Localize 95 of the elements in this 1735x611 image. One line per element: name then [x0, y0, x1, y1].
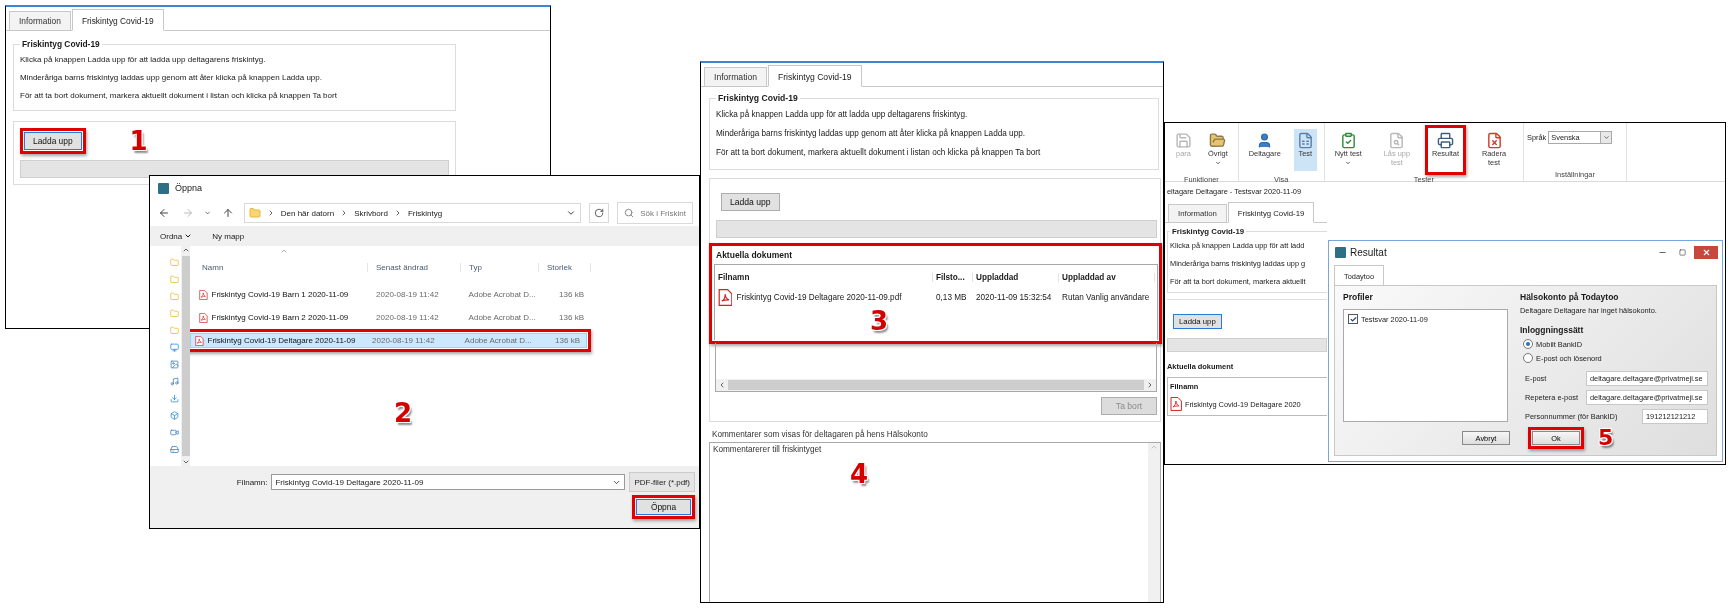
printer-icon [1436, 132, 1454, 149]
image-icon[interactable] [170, 360, 179, 369]
scrollbar[interactable] [1148, 443, 1160, 602]
search-field[interactable]: Sök i Friskint [617, 202, 693, 224]
pdf-file-icon [718, 288, 733, 306]
pdf-file-icon [195, 335, 204, 346]
instruction-text: Minderåriga barns friskintyg laddas upp genom att åter klicka på knappen Ladda upp. [716, 129, 1027, 138]
instruction-text: Klicka på knappen Ladda upp för att ladda upp deltagarens friskintyg. [20, 55, 267, 64]
open-button[interactable]: Öppna [636, 499, 691, 515]
tab[interactable]: Information [9, 11, 71, 31]
tab[interactable]: Information [704, 67, 767, 87]
right-arrow-icon [182, 207, 195, 219]
menu-button[interactable]: Ordna [160, 231, 193, 241]
folder-icon[interactable] [170, 309, 179, 318]
path-segment[interactable]: Den här datorn [280, 208, 335, 218]
column-header[interactable]: Namn [194, 263, 368, 272]
file-search-icon [1388, 132, 1406, 149]
radio-button[interactable] [1523, 339, 1533, 349]
folder-icon[interactable] [170, 275, 179, 284]
refresh-icon [594, 208, 605, 218]
upload-button[interactable]: Ladda upp [721, 193, 780, 211]
folder-icon[interactable] [170, 258, 179, 267]
left-arrow-icon [158, 207, 171, 219]
step-number: 2 [394, 400, 413, 426]
cube-icon[interactable] [170, 411, 179, 420]
checkbox[interactable] [1348, 314, 1358, 324]
caret-icon [184, 232, 193, 240]
folder-icon [248, 207, 261, 219]
path-segment[interactable]: Friskintyg [407, 208, 443, 218]
file-type-select[interactable]: PDF-filer (*.pdf) [629, 472, 695, 492]
tab[interactable]: Friskintyg Covid-19 [768, 65, 862, 87]
app-icon [1335, 246, 1346, 258]
column-header[interactable]: Uppladdad av [1059, 273, 1155, 282]
step-number: 4 [850, 461, 869, 487]
section-title: Hälsokonto på Todaytoo [1520, 292, 1620, 302]
dropdown-icon[interactable] [566, 208, 577, 218]
instruction-text: För att ta bort dokument, markera aktuellt dokument i listan och klicka på knappen Ta bort [20, 91, 338, 100]
toolbar-button[interactable]: Ny mapp [212, 231, 245, 241]
radio-button[interactable] [1523, 353, 1533, 363]
instruction-text: Minderåriga barns friskintyg laddas upp genom att åter klicka på knappen Ladda upp. [20, 73, 323, 82]
file-row[interactable]: Friskintyg Covid-19 Deltagare 2020-11-09 2020-08-19 11:42 Adobe Acrobat D... 136 kB [190, 333, 587, 348]
path-segment[interactable]: Skrivbord [354, 208, 388, 218]
tab[interactable]: Friskintyg Covid-19 [71, 9, 164, 31]
up-arrow-icon [221, 207, 234, 219]
column-header[interactable]: Filnamn [715, 273, 933, 282]
pdf-file-icon [1170, 397, 1182, 411]
section-title: Profiler [1343, 292, 1374, 302]
group-title: Friskintyg Covid-19 [717, 93, 799, 103]
folder-icon [1209, 132, 1227, 149]
filename-field[interactable]: Friskintyg Covid-19 Deltagare 2020-11-09 [271, 474, 626, 490]
download-icon[interactable] [170, 394, 179, 403]
scrollbar[interactable] [716, 379, 1156, 391]
refresh-button[interactable] [589, 203, 610, 223]
monitor-icon[interactable] [170, 343, 179, 352]
column-header[interactable]: Filsto... [933, 273, 973, 282]
upload-button[interactable]: Ladda upp [24, 132, 82, 150]
instruction-text: Klicka på knappen Ladda upp för att ladda upp deltagarens friskintyg. [716, 110, 969, 119]
file-row[interactable]: Friskintyg Covid-19 Barn 2 2020-11-09 2020-08-19 11:42 Adobe Acrobat D... 136 kB [194, 310, 591, 325]
section-title: Aktuella dokument [715, 249, 794, 262]
dropdown-icon [1602, 134, 1610, 141]
document-row[interactable]: Friskintyg Covid-19 Deltagare 2020-11-09.pdf 0,13 MB 2020-11-09 15:32:54 Rutan Vanlig användare [715, 288, 1157, 306]
column-header[interactable]: Typ [461, 263, 539, 272]
file-row[interactable]: Friskintyg Covid-19 Barn 1 2020-11-09 2020-08-19 11:42 Adobe Acrobat D... 136 kB [194, 287, 591, 302]
video-icon[interactable] [170, 428, 179, 437]
spreadsheet-icon [1296, 132, 1314, 149]
close-button[interactable] [1694, 245, 1718, 259]
folder-icon[interactable] [170, 292, 179, 301]
column-header[interactable]: Senast ändrad [368, 263, 461, 272]
column-header[interactable]: Uppladdad [973, 273, 1059, 282]
comment-field[interactable]: Kommentarerer till friskintyget 4 [709, 442, 1161, 602]
step-number: 5 [1598, 427, 1614, 449]
dialog-title: Öppna [175, 183, 203, 193]
pdf-file-icon [199, 289, 208, 300]
field-label: Filnamn: [236, 477, 268, 487]
field-label: Kommentarer som visas för deltagaren på hens Hälsokonto [711, 430, 929, 439]
drive-icon[interactable] [170, 445, 179, 454]
step-number: 3 [870, 308, 889, 334]
close-icon [1701, 247, 1711, 257]
file-x-icon [1485, 132, 1503, 149]
folder-icon[interactable] [170, 326, 179, 335]
search-icon [624, 208, 635, 218]
address-field[interactable]: Den här datorn Skrivbord Friskintyg [243, 203, 582, 223]
sort-icon [280, 247, 288, 255]
dialog-title: Resultat [1350, 246, 1388, 258]
section-title: Inloggningssätt [1520, 325, 1585, 335]
app-icon [158, 182, 169, 194]
step-number: 1 [129, 128, 148, 154]
instruction-text: För att ta bort dokument, markera aktuellt dokument i listan och klicka på knappen Ta bort [716, 148, 1042, 157]
maximize-icon [1678, 248, 1686, 256]
dropdown-icon[interactable] [204, 209, 212, 217]
clipboard-check-icon [1339, 132, 1357, 149]
group-title: Friskintyg Covid-19 [21, 39, 101, 49]
music-icon[interactable] [170, 377, 179, 386]
column-header[interactable]: Storlek [539, 263, 591, 272]
pdf-file-icon [199, 312, 208, 323]
